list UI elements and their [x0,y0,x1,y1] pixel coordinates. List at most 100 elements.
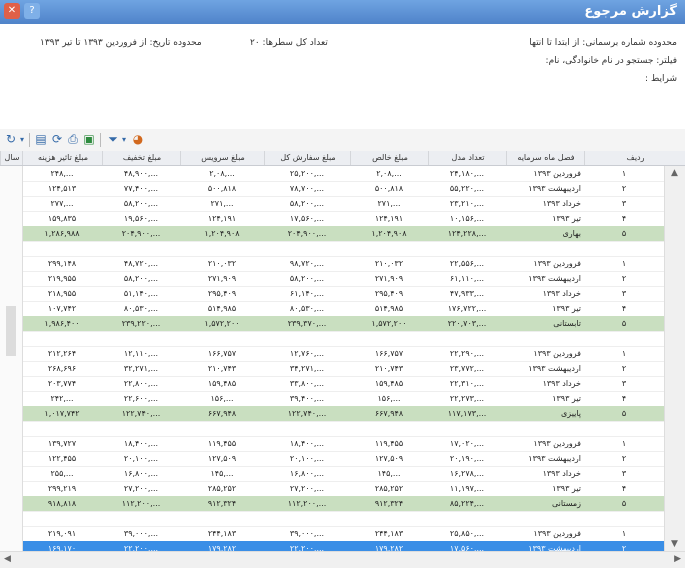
table-cell: ۱۵۶,... [377,394,401,403]
table-cell: بهاری [562,229,581,238]
table-cell: ۱۸,۴۰۰,... [289,439,325,448]
subtotal-row[interactable]: ۱,۹۸۶,۴۰۰ ۲۳۹,۲۲۰,... ۱,۵۷۲,۲۰۰ ۲۳۹,۳۷۰,...… [7,316,664,332]
table-cell: ۲۴۴,۱۸۳ [374,529,404,538]
col-header-year[interactable]: سال [0,151,23,165]
refresh-alt-icon[interactable]: ⟳ [50,132,64,147]
table-cell: ۵۱,۱۴۰,... [123,289,159,298]
close-icon[interactable]: ✕ [4,3,20,19]
subtotal-row[interactable]: ۹۱۸,۸۱۸ ۱۱۲,۲۰۰,... ۹۱۲,۳۲۴ ۱۱۲,۲۰۰,... ۹۱۲,… [5,496,664,512]
filter-icon[interactable]: ⏷ [106,132,120,147]
table-cell: زمستانی [551,499,581,508]
document-icon[interactable]: ▤ [34,132,48,147]
table-cell: ۱,۵۷۲,۲۰۰ [204,319,240,328]
table-row[interactable]: ۲۶۸,۶۹۶ ۳۲,۲۷۱,... ۲۱۰,۷۴۳ ۳۴,۲۷۱,... ۲۱۰,۷۴… [5,361,664,377]
table-row[interactable]: ۲۴۸,... ۴۸,۹۰۰,... ۲,۰۸,... ۲۵,۲۰۰,... ۲,۰۸,… [7,166,664,182]
title-bar: ✕ ? گزارش مرجوع [0,0,685,24]
table-cell: خرداد ۱۳۹۳ [542,469,581,478]
table-row[interactable]: ۲۷۷,... ۵۸,۲۰۰,... ۲۷۱,... ۵۸,۲۰۰,... ۲۷۱,..… [7,196,664,212]
table-row[interactable]: ۲۹۹,۱۴۸ ۴۸,۷۲۰,... ۲۱۰,۰۳۲ ۹۸,۷۲۰,... ۲۱۰,۰۳… [5,256,664,272]
table-cell [506,241,584,256]
table-cell: ۳۹,۰۰۰,... [123,529,159,538]
table-cell: ۹۸,۷۲۰,... [289,259,325,268]
chart-icon[interactable]: ◕ [131,132,145,147]
col-header-row[interactable]: ردیف [584,151,685,165]
table-row[interactable]: ۲۱۸,۹۵۵ ۵۱,۱۴۰,... ۲۹۵,۴۰۹ ۶۱,۱۴۰,... ۲۹۵,۴۰… [5,286,664,302]
table-cell: ۲۹۵,۴۰۹ [374,289,404,298]
table-cell: ۲۷,۲۰۰,... [289,484,325,493]
table-cell [350,331,428,346]
table-cell: ۲۲,۵۵۶,... [449,259,485,268]
col-header-service[interactable]: مبلغ سرویس [180,151,265,165]
table-cell [584,331,664,346]
spacer-row [22,511,664,527]
table-cell: ۲۹۵,۴۰۹ [207,289,237,298]
subtotal-row[interactable]: ۱,۲۸۶,۹۸۸ ۲۰۴,۹۰۰,... ۱,۲۰۴,۹۰۸ ۲۰۴,۹۰۰,...… [5,226,664,242]
table-cell: اردیبهشت ۱۳۹۳ [528,454,581,463]
table-row[interactable]: ۱۵۹,۸۳۵ ۱۹,۵۶۰,... ۱۲۴,۱۹۱ ۱۷,۵۶۰,... ۱۲۴,۱۹… [5,211,664,227]
table-cell: ۳۹,۴۰۰,... [289,394,325,403]
table-cell: ۳۴,۲۷۱,... [289,364,325,373]
table-cell: ۲۵۵,... [50,469,74,478]
table-cell: ۵۱۴,۹۸۵ [207,304,237,313]
scroll-left-icon[interactable]: ◀ [4,554,11,564]
table-cell: ۱,۹۸۶,۴۰۰ [44,319,80,328]
table-cell [180,511,264,526]
table-cell: ۲۱۰,۰۳۲ [207,259,237,268]
table-cell [22,511,102,526]
scroll-right-icon[interactable]: ▶ [674,554,681,564]
table-row[interactable]: ۱۲۴,۵۱۳ ۷۷,۴۰۰,... ۵۰۰,۸۱۸ ۷۸,۷۰۰,... ۵۰۰,۸۱… [5,181,664,197]
table-cell: ۹۱۲,۳۲۴ [374,499,404,508]
table-cell: ۲۲۰,۷۰۳,... [447,319,487,328]
chevron-down-icon[interactable]: ▾ [120,132,128,147]
table-cell: تیر ۱۳۹۳ [552,394,581,403]
table-cell: ۲۹۹,۲۱۹ [47,484,77,493]
table-cell: فروردین ۱۳۹۳ [533,529,581,538]
table-row[interactable]: ۱۰۷,۷۴۲ ۸۰,۵۳۰,... ۵۱۴,۹۸۵ ۸۰,۵۳۰,... ۵۱۴,۹۸… [5,301,664,317]
info-row-count: تعداد کل سطرها: ۲۰ [250,38,328,48]
horizontal-scrollbar[interactable]: ◀ ▶ [0,551,685,568]
table-cell: ۳۲,۲۷۱,... [123,364,159,373]
table-cell: ۱۱,۱۹۷,... [449,484,485,493]
printer-icon[interactable]: ⎙ [66,132,80,147]
table-cell: ۲,۰۸,... [209,169,235,178]
table-row[interactable]: ۱۲۲,۴۵۵ ۲۰,۱۰۰,... ۱۲۷,۵۰۹ ۲۰,۱۰۰,... ۱۲۷,۵۰… [5,451,664,467]
table-row[interactable]: ۲۱۲,۲۶۴ ۱۲,۱۱۰,... ۱۶۶,۷۵۷ ۱۲,۷۶۰,... ۱۶۶,۷۵… [5,346,664,362]
spacer-row [22,421,664,437]
table-cell: ۷۷,۴۰۰,... [123,184,159,193]
refresh-icon[interactable]: ↻ [4,132,18,147]
table-row[interactable]: ۲۹۹,۲۱۹ ۲۷,۲۰۰,... ۲۸۵,۲۵۲ ۲۷,۲۰۰,... ۲۸۵,۲۵… [5,481,664,497]
table-cell: ۱۶,۲۷۸,... [449,469,485,478]
vertical-scrollbar[interactable]: ▲ ▼ [664,166,685,551]
table-cell: ۱,۵۷۲,۲۰۰ [371,319,407,328]
scroll-down-icon[interactable]: ▼ [671,539,678,549]
table-row[interactable]: ۲۰۳,۷۷۴ ۲۲,۸۰۰,... ۱۵۹,۴۸۵ ۳۳,۸۰۰,... ۱۵۹,۴۸… [5,376,664,392]
table-cell: ۱۱۷,۱۷۳,... [447,409,487,418]
col-header-discount[interactable]: مبلغ تخفیف [102,151,181,165]
subtotal-row[interactable]: ۱,۰۱۷,۷۴۲ ۱۲۲,۷۴۰,... ۶۶۷,۹۴۸ ۱۲۲,۷۴۰,... ۶۶… [5,406,664,422]
table-cell: ۴۸,۷۲۰,... [123,259,159,268]
scroll-up-icon[interactable]: ▲ [671,168,678,178]
help-icon[interactable]: ? [24,3,40,19]
table-cell: ۲۹۹,۱۴۸ [47,259,77,268]
col-header-period[interactable]: فصل ماه سرمایه [506,151,585,165]
col-header-order-total[interactable]: مبلغ سفارش کل [264,151,351,165]
table-cell: ۲۳۹,۳۷۰,... [287,319,327,328]
table-cell: ۱۲۴,۲۲۸,... [447,229,487,238]
col-header-expense[interactable]: مبلغ تاثیر هزینه [22,151,103,165]
chevron-down-icon[interactable]: ▾ [18,132,26,147]
table-cell: ۲۱۸,۹۵۵ [47,289,77,298]
table-cell: ۱۶,۸۰۰,... [123,469,159,478]
col-header-net[interactable]: مبلغ خالص [350,151,429,165]
info-filter: فیلتر: جستجو در نام خانوادگی، نام: [545,56,677,66]
table-cell: ۵۸,۲۰۰,... [123,199,159,208]
table-row[interactable]: ۱۳۹,۷۲۷ ۱۸,۴۰۰,... ۱۱۹,۴۵۵ ۱۸,۴۰۰,... ۱۱۹,۴۵… [5,436,664,452]
table-row[interactable]: ۲۴۲,... ۲۲,۶۰۰,... ۱۵۶,... ۳۹,۴۰۰,... ۱۵۶,..… [7,391,664,407]
table-cell: ۱۷,۰۲۰,... [449,439,485,448]
table-row[interactable]: ۲۱۹,۹۵۵ ۵۸,۲۰۰,... ۲۷۱,۹۰۹ ۵۸,۲۰۰,... ۲۷۱,۹۰… [5,271,664,287]
table-row[interactable]: ۲۵۵,... ۱۶,۸۰۰,... ۱۴۵,... ۱۶,۸۰۰,... ۱۴۵,..… [7,466,664,482]
table-row[interactable]: ۲۱۹,۰۹۱ ۳۹,۰۰۰,... ۲۴۴,۱۸۳ ۳۹,۰۰۰,... ۲۴۴,۱۸… [5,526,664,542]
col-header-count[interactable]: تعداد مدل [428,151,507,165]
export-icon[interactable]: ▣ [82,132,96,147]
table-cell: ۱۲۷,۵۰۹ [374,454,404,463]
table-cell: ۱ [621,259,627,268]
